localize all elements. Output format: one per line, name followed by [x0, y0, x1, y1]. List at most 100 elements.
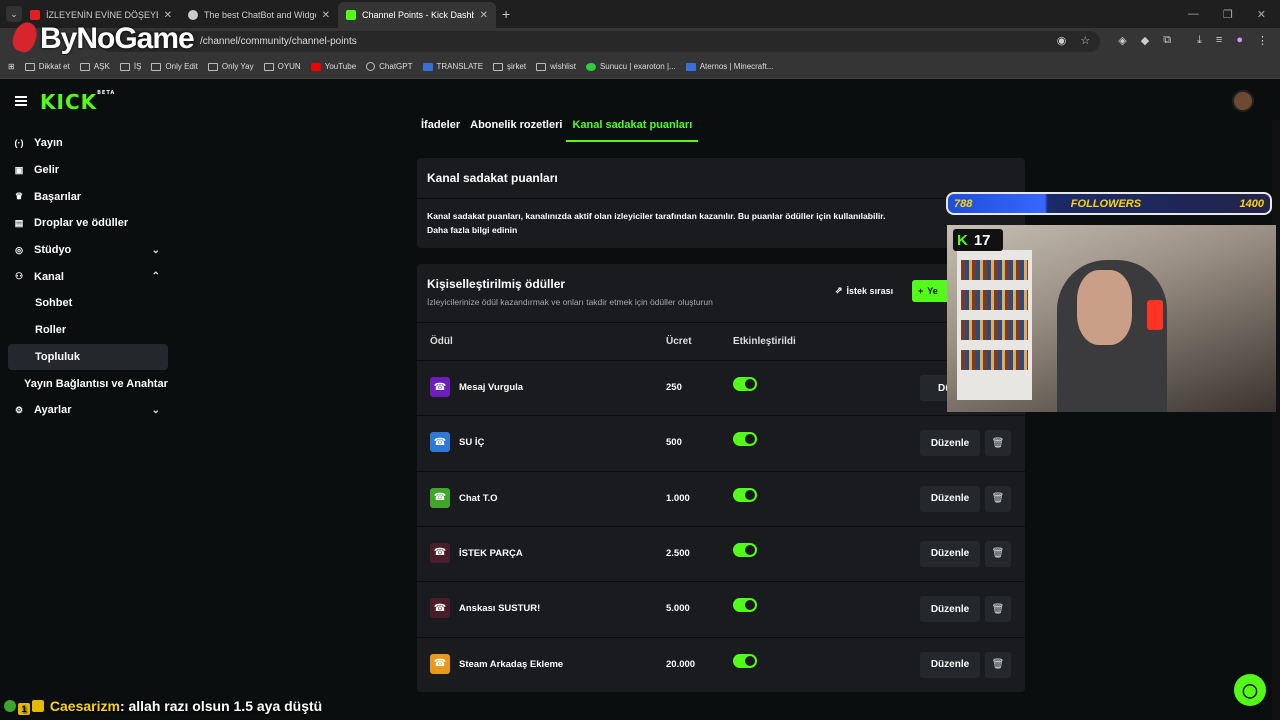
bookmark-item[interactable]: OYUN: [263, 62, 301, 71]
external-link-icon: ⇗: [835, 285, 843, 295]
puzzle-icon[interactable]: ⧉: [1163, 34, 1171, 47]
sidebar-item-sohbet[interactable]: Sohbet: [8, 290, 168, 317]
sidebar-item-studyo[interactable]: ◎ Stüdyo ⌄: [8, 237, 168, 264]
hamburger-menu-icon[interactable]: [15, 96, 27, 106]
tab-kanal-sadakat-puanlari[interactable]: Kanal sadakat puanları: [566, 119, 699, 142]
bookmark-item[interactable]: Only Edit: [151, 62, 198, 71]
kick-favicon-icon: [346, 10, 356, 20]
enabled-toggle[interactable]: [733, 432, 757, 447]
close-tab-icon[interactable]: ✕: [480, 10, 488, 21]
media-icon[interactable]: ≡: [1216, 34, 1222, 47]
sidebar-item-gelir[interactable]: ▣ Gelir: [8, 157, 168, 184]
chevron-up-icon: ⌃: [151, 271, 160, 283]
delete-trash-icon[interactable]: 🗑: [985, 485, 1011, 512]
sidebar-item-droplar[interactable]: ▤ Droplar ve ödüller: [8, 210, 168, 237]
restore-icon[interactable]: ❐: [1223, 8, 1233, 21]
folder-icon: [79, 62, 90, 71]
delete-trash-icon[interactable]: 🗑: [985, 596, 1011, 623]
avatar[interactable]: [1232, 90, 1254, 112]
minimize-icon[interactable]: —: [1188, 8, 1199, 20]
loyalty-info-card: Kanal sadakat puanları Kanal sadakat pua…: [417, 158, 1025, 248]
reward-cost: 1.000: [666, 492, 690, 504]
chevron-down-icon: ⌄: [151, 244, 160, 256]
menu-icon[interactable]: ⋮: [1257, 34, 1268, 47]
delete-trash-icon[interactable]: 🗑: [985, 430, 1011, 457]
reward-cost: 500: [666, 437, 682, 449]
followers-goal-bar: 788 FOLLOWERS 1400: [946, 192, 1272, 215]
request-queue-button[interactable]: ⇗ İstek sırası: [835, 285, 893, 296]
watermark-mark-icon: [9, 19, 41, 55]
sidebar-item-roller[interactable]: Roller: [8, 317, 168, 344]
bookmark-item[interactable]: AŞK: [79, 62, 110, 71]
tab-ifadeler[interactable]: İfadeler: [421, 119, 460, 142]
folder-icon: [263, 62, 274, 71]
enabled-toggle[interactable]: [733, 542, 757, 557]
edit-button[interactable]: Düzenle: [920, 430, 980, 457]
chat-overlay-message: 1 Caesarizm: allah razı olsun 1.5 aya dü…: [4, 698, 322, 715]
sidebar-item-yayin[interactable]: (·) Yayın: [8, 130, 168, 157]
edit-button[interactable]: Düzenle: [920, 540, 980, 567]
users-icon: ⚇: [14, 271, 24, 282]
extension-icon[interactable]: ◈: [1118, 34, 1126, 47]
bookmark-item[interactable]: ChatGPT: [366, 62, 413, 71]
delete-trash-icon[interactable]: 🗑: [985, 540, 1011, 567]
sidebar-item-kanal[interactable]: ⚇ Kanal ⌃: [8, 263, 168, 290]
download-icon[interactable]: ⤓: [1197, 34, 1202, 47]
sidebar-item-basarilar[interactable]: ♛ Başarılar: [8, 183, 168, 210]
column-reward: Ödül: [430, 336, 453, 347]
profile-icon[interactable]: ●: [1236, 34, 1243, 47]
chatgpt-icon: [366, 62, 376, 71]
bookmark-item[interactable]: Aternos | Minecraft...: [685, 62, 773, 71]
support-chat-icon[interactable]: ◯: [1234, 674, 1266, 706]
tab-search-chevron-icon[interactable]: ⌄: [6, 6, 22, 22]
youtube-favicon-icon: [30, 10, 40, 20]
url-input[interactable]: /channel/community/channel-points: [100, 31, 1100, 52]
enabled-toggle[interactable]: [733, 653, 757, 668]
sidebar-item-yayin-baglantisi[interactable]: Yayın Bağlantısı ve Anahtarı: [8, 370, 178, 397]
star-icon[interactable]: ☆: [1080, 34, 1090, 47]
youtube-icon: [310, 62, 321, 71]
edit-button[interactable]: Düzenle: [920, 651, 980, 678]
browser-tab-3[interactable]: Channel Points - Kick Dashboard ✕: [338, 2, 496, 28]
window-close-icon[interactable]: ✕: [1257, 8, 1266, 21]
enabled-toggle[interactable]: [733, 377, 757, 391]
learn-more-link[interactable]: Daha fazla bilgi edinin: [427, 225, 517, 235]
bookmark-item[interactable]: Sunucu | exaroton |...: [585, 62, 676, 71]
reward-icon: ☎: [430, 598, 450, 619]
browser-tab-2[interactable]: The best ChatBot and Widgets ✕: [180, 2, 338, 28]
edit-button[interactable]: Düzenle: [920, 596, 980, 623]
watermark-logo: ByNoGame: [9, 19, 195, 56]
sidebar: (·) Yayın ▣ Gelir ♛ Başarılar ▤ Droplar ve ö…: [8, 130, 168, 424]
gift-icon: ▤: [14, 217, 24, 228]
enabled-toggle[interactable]: [733, 598, 757, 613]
studio-icon: ◎: [15, 244, 23, 255]
aternos-icon: [685, 62, 696, 71]
divider: [417, 198, 1025, 199]
bookmark-item[interactable]: İŞ: [119, 62, 141, 71]
scrollbar[interactable]: [1272, 120, 1280, 720]
bookmark-item[interactable]: Dikkat et: [24, 62, 70, 71]
bookmark-item[interactable]: YouTube: [310, 62, 356, 71]
close-tab-icon[interactable]: ✕: [164, 10, 172, 21]
new-tab-plus-icon[interactable]: +: [502, 6, 510, 22]
plus-icon: +: [918, 286, 924, 296]
bookmark-item[interactable]: şirket: [493, 62, 526, 71]
sidebar-item-topluluk[interactable]: Topluluk: [8, 343, 168, 371]
bookmark-item[interactable]: wishlist: [536, 62, 576, 71]
edit-button[interactable]: Düzenle: [920, 485, 980, 512]
enabled-toggle[interactable]: [733, 487, 757, 502]
bookmark-item[interactable]: TRANSLATE: [422, 62, 483, 71]
eye-off-icon[interactable]: ◉: [1057, 34, 1067, 47]
apps-grid-icon[interactable]: ⊞: [8, 62, 15, 71]
kick-logo[interactable]: KICKBETA: [40, 90, 115, 114]
sidebar-item-ayarlar[interactable]: ⚙ Ayarlar ⌄: [8, 397, 168, 424]
bookmark-item[interactable]: Only Yay: [207, 62, 254, 71]
delete-trash-icon[interactable]: 🗑: [985, 651, 1011, 678]
translate-icon: [422, 62, 433, 71]
table-row: ☎ Chat T.O 1.000 Düzenle 🗑: [417, 470, 1025, 526]
close-tab-icon[interactable]: ✕: [322, 10, 330, 21]
tab-abonelik-rozetleri[interactable]: Abonelik rozetleri: [470, 119, 562, 142]
reward-name: Chat T.O: [459, 492, 498, 504]
shield-icon[interactable]: ◆: [1141, 34, 1149, 47]
kick-k-icon: K: [957, 231, 968, 249]
